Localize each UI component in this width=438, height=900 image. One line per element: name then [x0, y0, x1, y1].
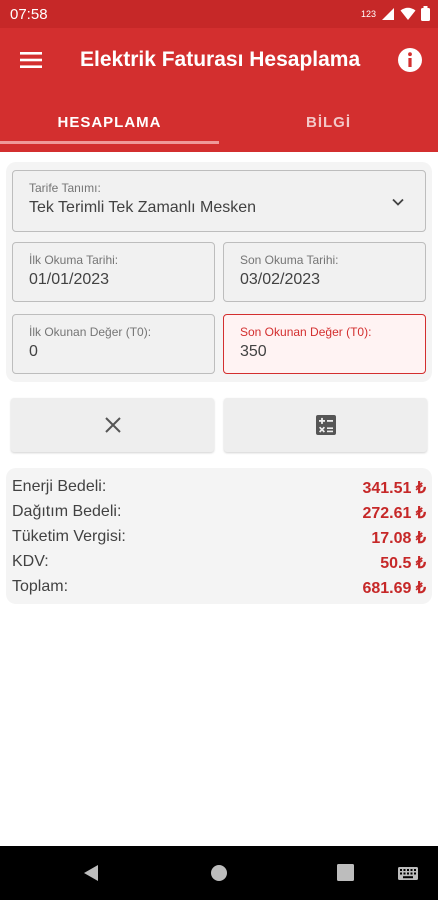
menu-icon[interactable]: [18, 48, 44, 72]
first-value-field[interactable]: İlk Okunan Değer (T0): 0: [12, 314, 215, 374]
home-icon[interactable]: [210, 864, 228, 882]
tab-indicator: [0, 141, 219, 144]
info-icon[interactable]: [396, 46, 424, 74]
result-row-vat: KDV: 50.5 ₺: [12, 551, 426, 573]
tab-bar: HESAPLAMA BİLGİ: [0, 92, 438, 152]
result-row-consumption-tax: Tüketim Vergisi: 17.08 ₺: [12, 526, 426, 548]
app-bar: Elektrik Faturası Hesaplama: [0, 28, 438, 92]
result-row-total: Toplam: 681.69 ₺: [12, 576, 426, 598]
wifi-icon: [400, 7, 416, 20]
calculator-icon: [315, 415, 336, 435]
result-row-distribution: Dağıtım Bedeli: 272.61 ₺: [12, 501, 426, 523]
result-row-energy: Enerji Bedeli: 341.51 ₺: [12, 476, 426, 498]
vat-label: KDV:: [12, 553, 49, 570]
status-icons: 123: [361, 6, 430, 21]
back-icon[interactable]: [82, 864, 100, 882]
last-date-value: 03/02/2023: [240, 271, 321, 288]
clear-button[interactable]: [11, 398, 214, 452]
distribution-value: 272.61 ₺: [362, 505, 426, 522]
recents-icon[interactable]: [337, 864, 354, 881]
first-value-label: İlk Okunan Değer (T0):: [29, 325, 152, 339]
energy-value: 341.51 ₺: [362, 480, 426, 497]
keyboard-icon[interactable]: [398, 867, 418, 880]
first-date-label: İlk Okuma Tarihi:: [29, 253, 119, 267]
results-card: Enerji Bedeli: 341.51 ₺ Dağıtım Bedeli: …: [6, 468, 432, 604]
tariff-select[interactable]: Tarife Tanımı: Tek Terimli Tek Zamanlı M…: [12, 170, 426, 232]
tariff-value: Tek Terimli Tek Zamanlı Mesken: [29, 199, 257, 216]
consumption-tax-label: Tüketim Vergisi:: [12, 528, 126, 545]
chevron-down-icon: [392, 198, 404, 206]
tab-bilgi[interactable]: BİLGİ: [219, 92, 438, 152]
navigation-bar: [0, 846, 438, 900]
total-label: Toplam:: [12, 578, 69, 595]
first-date-field[interactable]: İlk Okuma Tarihi: 01/01/2023: [12, 242, 215, 302]
last-value-field[interactable]: Son Okunan Değer (T0): 350: [223, 314, 426, 374]
total-value: 681.69 ₺: [362, 580, 426, 597]
app-title: Elektrik Faturası Hesaplama: [80, 48, 361, 71]
input-card: Tarife Tanımı: Tek Terimli Tek Zamanlı M…: [6, 162, 432, 382]
distribution-label: Dağıtım Bedeli:: [12, 503, 122, 520]
status-time: 07:58: [10, 6, 48, 23]
close-icon: [104, 417, 121, 433]
last-value-input: 350: [240, 343, 267, 360]
signal-icon: [382, 7, 394, 20]
first-value-input: 0: [29, 343, 38, 360]
status-bar: 07:58 123: [0, 0, 438, 28]
vat-value: 50.5 ₺: [380, 555, 426, 572]
energy-label: Enerji Bedeli:: [12, 478, 107, 495]
last-date-label: Son Okuma Tarihi:: [240, 253, 339, 267]
battery-icon: [421, 6, 430, 21]
last-value-label: Son Okunan Değer (T0):: [240, 325, 372, 339]
network-label: 123: [360, 8, 376, 19]
tariff-label: Tarife Tanımı:: [29, 181, 101, 195]
calculate-button[interactable]: [224, 398, 427, 452]
last-date-field[interactable]: Son Okuma Tarihi: 03/02/2023: [223, 242, 426, 302]
first-date-value: 01/01/2023: [29, 271, 110, 288]
consumption-tax-value: 17.08 ₺: [371, 530, 426, 547]
